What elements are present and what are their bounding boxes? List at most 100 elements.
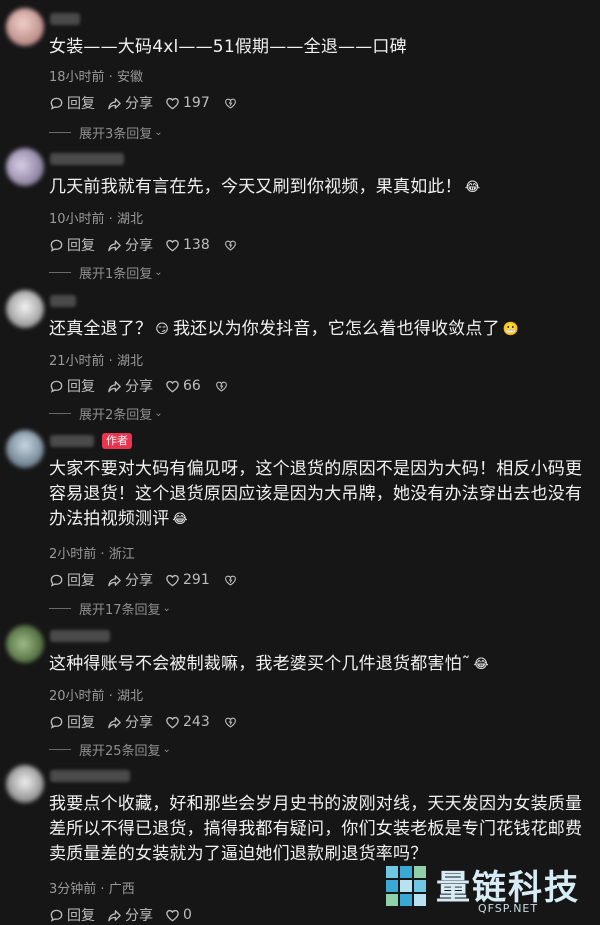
comment-meta: 2小时前 · 浙江 — [49, 543, 135, 562]
comment-meta: 21小时前 · 湖北 — [49, 350, 143, 369]
reply-label: 回复 — [67, 96, 95, 112]
like-count: 197 — [183, 95, 210, 111]
share-button[interactable]: 分享 — [107, 376, 153, 396]
expand-replies-button[interactable]: 展开1条回复 ⌄ — [49, 263, 163, 282]
avatar[interactable] — [6, 148, 44, 186]
expand-replies-button[interactable]: 展开17条回复 ⌄ — [49, 599, 171, 618]
comment-actions: 回复 分享 197 — [49, 93, 240, 113]
share-label: 分享 — [125, 573, 153, 589]
reply-label: 回复 — [67, 379, 95, 395]
reply-button[interactable]: 回复 — [49, 905, 95, 925]
username-blurred[interactable] — [50, 295, 76, 307]
expand-replies-button[interactable]: 展开3条回复 ⌄ — [49, 123, 163, 142]
like-count: 0 — [183, 907, 192, 923]
avatar[interactable] — [6, 765, 44, 803]
username-row — [50, 10, 80, 28]
share-icon — [108, 909, 121, 921]
comment-time: 3分钟前 — [49, 882, 97, 897]
share-label: 分享 — [125, 379, 153, 395]
grin-emoji: 😬 — [502, 322, 520, 337]
heart-icon — [166, 909, 179, 921]
username-blurred[interactable] — [50, 435, 94, 447]
comment-icon — [50, 97, 63, 110]
dislike-button[interactable] — [224, 716, 240, 729]
comment-meta: 20小时前 · 湖北 — [49, 685, 143, 704]
share-label: 分享 — [125, 715, 153, 731]
share-button[interactable]: 分享 — [107, 93, 153, 113]
divider-line — [49, 413, 71, 414]
like-button[interactable]: 0 — [165, 907, 192, 923]
comment-text: 女装——大码4xl——51假期——全退——口碑 — [49, 37, 407, 57]
share-button[interactable]: 分享 — [107, 235, 153, 255]
expand-replies-label: 展开1条回复 — [79, 267, 153, 282]
smirk-emoji: 😏 — [155, 322, 169, 337]
share-button[interactable]: 分享 — [107, 570, 153, 590]
avatar[interactable] — [6, 430, 44, 468]
like-count: 291 — [183, 572, 210, 588]
comment-icon — [50, 239, 63, 252]
share-icon — [108, 239, 121, 251]
username-blurred[interactable] — [50, 13, 80, 25]
comment-text: 这种得账号不会被制裁嘛，我老婆买个几件退货都害怕˜ 😂 — [49, 652, 589, 677]
divider-line — [49, 608, 71, 609]
username-row — [50, 150, 124, 168]
reply-button[interactable]: 回复 — [49, 93, 95, 113]
like-button[interactable]: 291 — [165, 572, 210, 588]
avatar[interactable] — [6, 625, 44, 663]
author-badge: 作者 — [102, 433, 132, 449]
heart-icon — [166, 574, 179, 586]
comment-text: 我要点个收藏，好和那些会岁月史书的波刚对线，天天发因为女装质量差所以不得已退货，… — [49, 794, 583, 864]
share-icon — [108, 97, 121, 109]
like-button[interactable]: 243 — [165, 714, 210, 730]
comment-actions: 回复 分享 66 — [49, 376, 231, 396]
comment-text: 几天前我就有言在先，今天又刷到你视频，果真如此！ 😂 — [49, 175, 589, 200]
avatar[interactable] — [6, 8, 44, 46]
like-button[interactable]: 138 — [165, 237, 210, 253]
comment-actions: 回复 分享 0 — [49, 905, 204, 925]
share-icon — [108, 574, 121, 586]
comment-location: 广西 — [108, 882, 135, 897]
dislike-button[interactable] — [224, 239, 240, 252]
heart-icon — [166, 380, 179, 392]
comment-icon — [50, 380, 63, 393]
share-button[interactable]: 分享 — [107, 712, 153, 732]
username-row — [50, 767, 130, 785]
dislike-button[interactable] — [224, 574, 240, 587]
reply-button[interactable]: 回复 — [49, 570, 95, 590]
comment-actions: 回复 分享 243 — [49, 712, 240, 732]
meta-separator: · — [96, 547, 109, 562]
reply-button[interactable]: 回复 — [49, 235, 95, 255]
comment-time: 21小时前 — [49, 354, 105, 369]
dislike-button[interactable] — [215, 380, 231, 393]
share-label: 分享 — [125, 908, 153, 924]
avatar[interactable] — [6, 290, 44, 328]
comment-meta: 10小时前 · 湖北 — [49, 208, 143, 227]
share-label: 分享 — [125, 96, 153, 112]
chevron-down-icon: ⌄ — [162, 744, 171, 755]
share-label: 分享 — [125, 238, 153, 254]
reply-button[interactable]: 回复 — [49, 376, 95, 396]
dislike-button[interactable] — [224, 97, 240, 110]
watermark-logo-icon — [386, 866, 426, 906]
like-button[interactable]: 197 — [165, 95, 210, 111]
expand-replies-label: 展开2条回复 — [79, 408, 153, 423]
reply-button[interactable]: 回复 — [49, 712, 95, 732]
comment-meta: 18小时前 · 安徽 — [49, 66, 143, 85]
username-blurred[interactable] — [50, 770, 130, 782]
username-blurred[interactable] — [50, 153, 124, 165]
expand-replies-label: 展开3条回复 — [79, 127, 153, 142]
laugh-cry-emoji: 😂 — [172, 512, 188, 527]
share-button[interactable]: 分享 — [107, 905, 153, 925]
comment-location: 湖北 — [116, 354, 143, 369]
chevron-down-icon: ⌄ — [162, 603, 171, 614]
username-blurred[interactable] — [50, 630, 110, 642]
expand-replies-button[interactable]: 展开25条回复 ⌄ — [49, 740, 171, 759]
laugh-cry-emoji: 😂 — [473, 657, 489, 672]
share-icon — [108, 716, 121, 728]
comment-location: 湖北 — [116, 212, 143, 227]
username-row — [50, 627, 110, 645]
expand-replies-button[interactable]: 展开2条回复 ⌄ — [49, 404, 163, 423]
like-button[interactable]: 66 — [165, 378, 201, 394]
chevron-down-icon: ⌄ — [154, 408, 163, 419]
comment-actions: 回复 分享 291 — [49, 570, 240, 590]
